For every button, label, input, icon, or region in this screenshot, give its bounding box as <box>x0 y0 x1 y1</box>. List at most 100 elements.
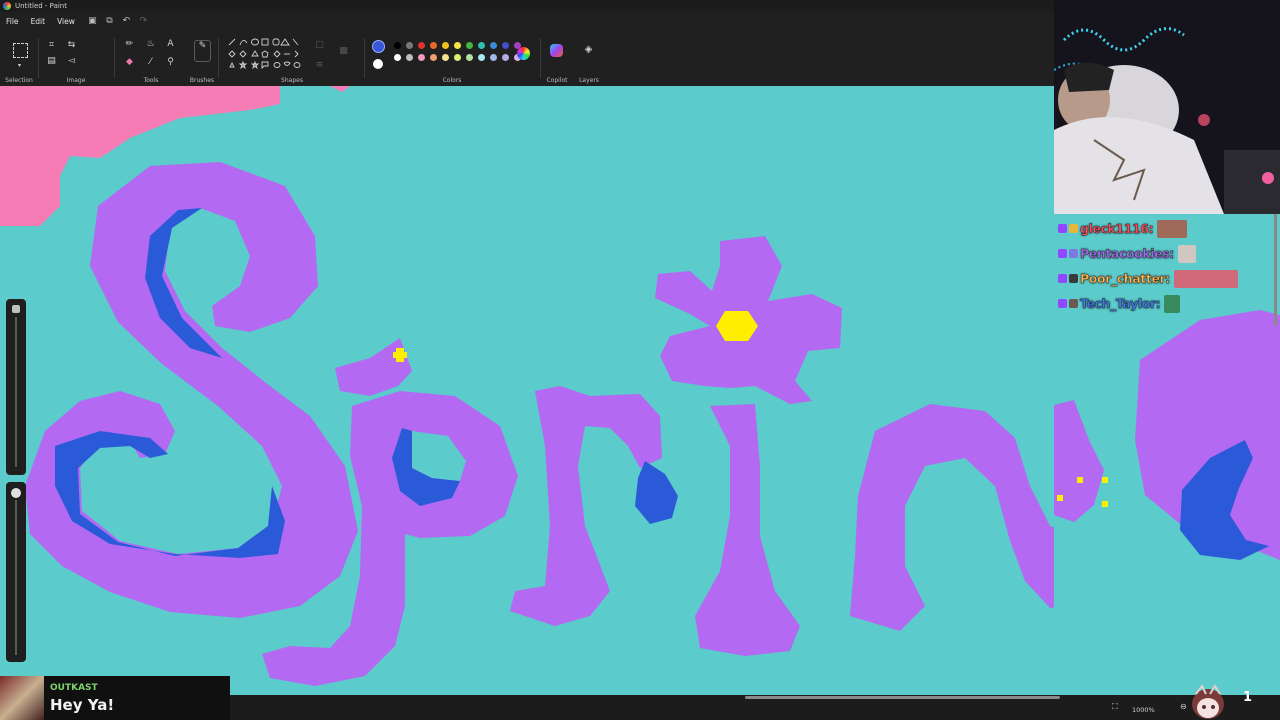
palette-swatch[interactable] <box>478 42 485 49</box>
crop-icon[interactable]: ⌗ <box>46 40 57 51</box>
palette-swatch[interactable] <box>418 54 425 61</box>
palette-swatch[interactable] <box>394 54 401 61</box>
twitch-badge-icon <box>1058 274 1067 283</box>
palette-swatch[interactable] <box>478 54 485 61</box>
chat-message: Pentacookies: <box>1058 241 1273 266</box>
letter-r <box>510 386 678 626</box>
copilot-icon[interactable] <box>550 44 563 57</box>
group-label-layers: Layers <box>579 77 599 84</box>
chevron-down-icon[interactable]: ▾ <box>14 60 25 71</box>
chat-username[interactable]: gleck1116: <box>1080 221 1154 236</box>
webcam-scene <box>1054 0 1280 214</box>
brush-size-handle[interactable] <box>11 488 21 498</box>
twitch-badge-icon <box>1058 299 1067 308</box>
select-rectangle-icon[interactable] <box>13 43 28 58</box>
group-label-image: Image <box>66 77 86 84</box>
brush-size-slider[interactable] <box>6 482 26 662</box>
menu-file[interactable]: File <box>0 17 25 26</box>
ribbon-separator <box>540 38 541 78</box>
subscriber-badge-icon <box>1069 249 1078 258</box>
brushes-group: ✎ Brushes <box>188 34 216 86</box>
letter-s <box>25 162 358 618</box>
zoom-slider[interactable] <box>6 299 26 475</box>
palette-swatch[interactable] <box>502 54 509 61</box>
palette-swatch[interactable] <box>466 42 473 49</box>
subscriber-badge-icon <box>1069 224 1078 233</box>
paint-app-icon <box>3 2 11 10</box>
chat-username[interactable]: Poor_chatter: <box>1080 271 1171 286</box>
tools-group: ✏ ♨ A ◆ ⁄ ⚲ Tools <box>116 34 186 86</box>
shapes-gallery-icon[interactable] <box>227 37 311 77</box>
shape-fill-icon[interactable]: ▩ <box>338 46 349 57</box>
ribbon-separator <box>364 38 365 78</box>
selection-group: ▾ Selection <box>2 34 36 86</box>
chat-username[interactable]: Tech_Taylor: <box>1080 296 1161 311</box>
magnifier-icon[interactable]: ⚲ <box>165 57 176 68</box>
chat-emote-icon <box>1164 294 1181 313</box>
ribbon-separator <box>218 38 219 78</box>
chat-username[interactable]: Pentacookies: <box>1080 246 1175 261</box>
horizontal-scrollbar[interactable] <box>745 696 1060 699</box>
save-icon[interactable]: ▣ <box>87 16 98 27</box>
menu-edit[interactable]: Edit <box>25 17 52 26</box>
ribbon-separator <box>114 38 115 78</box>
webcam-feed <box>1054 0 1280 214</box>
color-picker-icon[interactable]: ⁄ <box>145 57 156 68</box>
group-label-tools: Tools <box>143 77 159 84</box>
undo-icon[interactable]: ↶ <box>121 16 132 27</box>
brush-icon[interactable]: ✎ <box>194 40 211 62</box>
palette-swatch[interactable] <box>394 42 401 49</box>
streamer-avatar <box>1192 684 1224 719</box>
image-group: ⌗ ⇆ ▤ ◅ Image <box>40 34 112 86</box>
letter-i <box>655 236 842 656</box>
eraser-icon[interactable]: ◆ <box>124 57 135 68</box>
layers-icon[interactable]: ◈ <box>583 44 594 55</box>
image-rotate-icon[interactable]: ▤ <box>46 56 57 67</box>
resize-icon[interactable]: ⇆ <box>66 40 77 51</box>
palette-swatch[interactable] <box>502 42 509 49</box>
palette-swatch[interactable] <box>442 54 449 61</box>
secondary-color-swatch[interactable] <box>373 59 383 69</box>
primary-color-swatch[interactable] <box>372 40 385 53</box>
twitch-badge-icon <box>1058 224 1067 233</box>
overlay-counter: 1 <box>1243 690 1253 705</box>
edit-colors-icon[interactable] <box>517 47 530 60</box>
subscriber-badge-icon <box>1069 299 1078 308</box>
now-playing-widget: OUTKAST Hey Ya! <box>0 676 230 720</box>
palette-swatch[interactable] <box>490 42 497 49</box>
zoom-slider-track[interactable] <box>15 317 17 467</box>
palette-swatch[interactable] <box>430 42 437 49</box>
window-title: Untitled - Paint <box>15 2 67 10</box>
chat-message: Poor_chatter: <box>1058 266 1273 291</box>
group-label-brushes: Brushes <box>189 77 215 84</box>
text-icon[interactable]: A <box>165 39 176 50</box>
group-label-colors: Colors <box>442 77 462 84</box>
palette-swatch[interactable] <box>454 42 461 49</box>
palette-swatch[interactable] <box>430 54 437 61</box>
palette-swatch[interactable] <box>454 54 461 61</box>
line-size-icon[interactable]: ≡ <box>314 60 325 71</box>
stream-chat: gleck1116: Pentacookies: Poor_chatter: Tech… <box>1058 216 1273 316</box>
flip-icon[interactable]: ◅ <box>66 56 77 67</box>
palette-swatch[interactable] <box>490 54 497 61</box>
shape-outline-icon[interactable]: □ <box>314 40 325 51</box>
pencil-icon[interactable]: ✏ <box>124 39 135 50</box>
zoom-slider-handle[interactable] <box>12 305 20 313</box>
zoom-out-icon[interactable]: ⊖ <box>1180 702 1187 711</box>
palette-swatch[interactable] <box>406 42 413 49</box>
fit-to-window-icon[interactable]: ⛶ <box>1112 702 1118 712</box>
menu-view[interactable]: View <box>51 17 81 26</box>
share-icon[interactable]: ⧉ <box>104 16 115 27</box>
redo-icon[interactable]: ↷ <box>138 16 149 27</box>
fill-bucket-icon[interactable]: ♨ <box>145 39 156 50</box>
zoom-level[interactable]: 1000% <box>1132 706 1155 714</box>
palette-swatch[interactable] <box>418 42 425 49</box>
shapes-group: □ ▩ ≡ Shapes <box>222 34 362 86</box>
subscriber-badge-icon <box>1069 274 1078 283</box>
brush-size-track[interactable] <box>15 500 17 655</box>
palette-swatch[interactable] <box>406 54 413 61</box>
drawing-canvas[interactable] <box>0 86 1054 695</box>
colors-group: Colors <box>366 34 538 86</box>
palette-swatch[interactable] <box>466 54 473 61</box>
palette-swatch[interactable] <box>442 42 449 49</box>
